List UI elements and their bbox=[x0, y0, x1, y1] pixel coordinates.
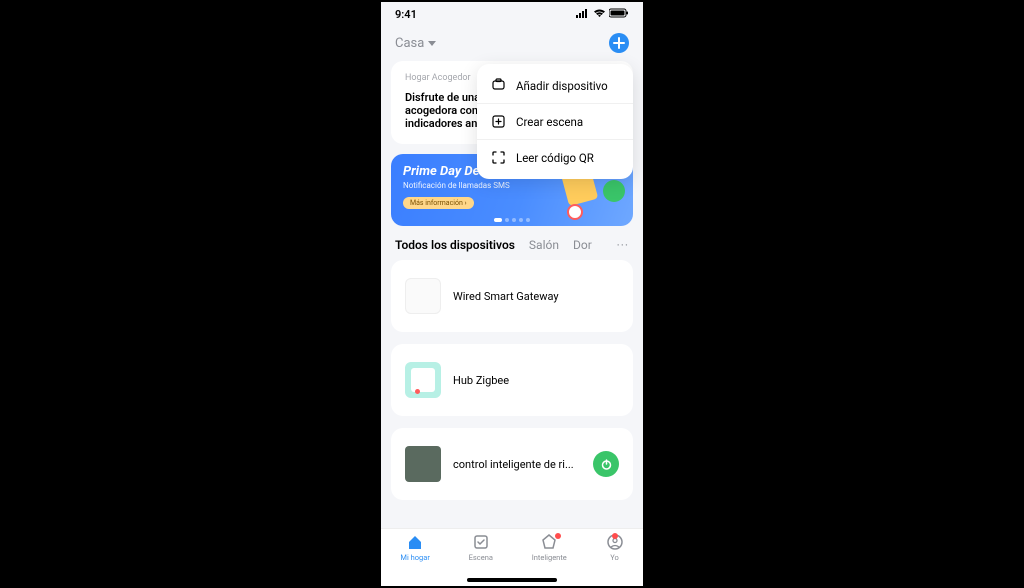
device-name: control inteligente de ri... bbox=[453, 458, 581, 471]
tab-bedroom[interactable]: Dor bbox=[573, 238, 592, 252]
bottom-nav: Mi hogar Escena Inteligente Yo bbox=[381, 528, 643, 586]
device-list: Wired Smart Gateway Hub Zigbee control i… bbox=[381, 260, 643, 500]
scene-icon bbox=[472, 533, 490, 551]
nav-label: Inteligente bbox=[532, 553, 567, 562]
device-card[interactable]: Wired Smart Gateway bbox=[391, 260, 633, 332]
menu-label: Añadir dispositivo bbox=[516, 79, 608, 93]
chevron-down-icon bbox=[428, 41, 436, 46]
home-indicator bbox=[467, 578, 557, 582]
scene-icon bbox=[491, 114, 506, 129]
nav-label: Yo bbox=[610, 553, 619, 562]
tab-more-button[interactable]: ··· bbox=[617, 238, 629, 252]
add-button[interactable] bbox=[609, 33, 629, 53]
device-thumbnail bbox=[405, 278, 441, 314]
nav-home[interactable]: Mi hogar bbox=[400, 533, 429, 586]
app-header: Casa bbox=[381, 25, 643, 61]
device-name: Hub Zigbee bbox=[453, 374, 619, 387]
promo-cta-button[interactable]: Más información › bbox=[403, 197, 474, 209]
device-card[interactable]: control inteligente de ri... bbox=[391, 428, 633, 500]
nav-me[interactable]: Yo bbox=[606, 533, 624, 586]
menu-label: Leer código QR bbox=[516, 151, 594, 165]
device-power-button[interactable] bbox=[593, 451, 619, 477]
status-bar: 9:41 bbox=[381, 2, 643, 25]
badge-icon bbox=[555, 533, 561, 539]
promo-subtitle: Notificación de llamadas SMS bbox=[403, 181, 621, 190]
battery-icon bbox=[609, 8, 629, 21]
wifi-icon bbox=[593, 8, 606, 21]
device-card[interactable]: Hub Zigbee bbox=[391, 344, 633, 416]
signal-icon bbox=[576, 8, 590, 21]
status-icons bbox=[576, 8, 629, 21]
menu-item-create-scene[interactable]: Crear escena bbox=[477, 103, 633, 139]
promo-art bbox=[567, 204, 583, 220]
add-dropdown-menu: Añadir dispositivo Crear escena Leer cód… bbox=[477, 64, 633, 179]
device-name: Wired Smart Gateway bbox=[453, 290, 619, 303]
status-time: 9:41 bbox=[395, 8, 417, 21]
badge-icon bbox=[612, 533, 618, 539]
nav-label: Escena bbox=[469, 553, 493, 562]
menu-item-add-device[interactable]: Añadir dispositivo bbox=[477, 68, 633, 103]
device-thumbnail bbox=[405, 362, 441, 398]
room-tabs: Todos los dispositivos Salón Dor ··· bbox=[381, 238, 643, 260]
home-selector[interactable]: Casa bbox=[395, 36, 436, 51]
qr-icon bbox=[491, 150, 506, 165]
promo-pagination bbox=[494, 218, 530, 222]
home-label: Casa bbox=[395, 36, 424, 51]
tab-all-devices[interactable]: Todos los dispositivos bbox=[395, 238, 515, 252]
menu-item-scan-qr[interactable]: Leer código QR bbox=[477, 139, 633, 175]
device-icon bbox=[491, 78, 506, 93]
home-icon bbox=[406, 533, 424, 551]
device-thumbnail bbox=[405, 446, 441, 482]
tab-living-room[interactable]: Salón bbox=[529, 238, 559, 252]
menu-label: Crear escena bbox=[516, 115, 583, 129]
nav-label: Mi hogar bbox=[400, 553, 429, 562]
phone-screen: 9:41 Casa Añadir dispositiv bbox=[381, 2, 643, 586]
